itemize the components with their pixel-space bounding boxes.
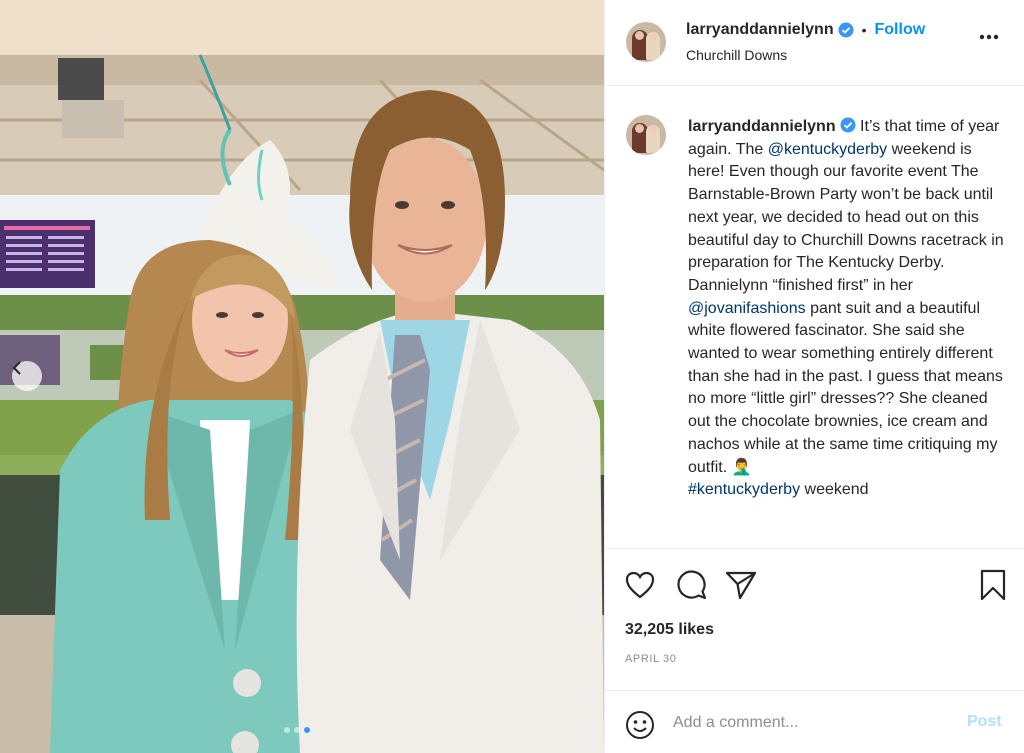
bookmark-icon[interactable] — [979, 569, 1007, 601]
post-photo[interactable] — [0, 0, 604, 753]
carousel-dot — [284, 727, 290, 733]
more-options-icon[interactable] — [979, 34, 999, 40]
caption-username[interactable]: larryanddannielynn — [688, 118, 836, 135]
carousel-indicator — [284, 727, 310, 733]
caption-part: pant suit and a beautiful white flowered… — [688, 299, 1003, 476]
smiley-face-icon[interactable] — [625, 710, 655, 740]
avatar[interactable] — [626, 22, 666, 62]
verified-badge-icon — [840, 117, 856, 133]
location-link[interactable]: Churchill Downs — [686, 47, 787, 63]
caption-part: weekend is here! Even though our favorit… — [688, 140, 1004, 294]
header-separator: • — [861, 22, 867, 38]
follow-button[interactable]: Follow — [875, 21, 926, 39]
caption-section: larryanddannielynn It’s that time of yea… — [605, 87, 1024, 547]
post-date[interactable]: APRIL 30 — [625, 653, 676, 665]
carousel-dot-active — [304, 727, 310, 733]
comment-bar: Post — [605, 690, 1024, 753]
chevron-left-icon — [12, 361, 21, 375]
verified-badge-icon — [838, 22, 854, 38]
hashtag-link[interactable]: #kentuckyderby — [688, 481, 800, 498]
photo-illustration — [0, 0, 604, 753]
mention-link[interactable]: @kentuckyderby — [768, 141, 887, 158]
caption-text: larryanddannielynn It’s that time of yea… — [688, 116, 1010, 502]
carousel-prev-button[interactable] — [12, 361, 42, 391]
comment-bubble-icon[interactable] — [677, 570, 707, 600]
paper-plane-icon[interactable] — [725, 570, 757, 600]
header-username[interactable]: larryanddannielynn — [686, 21, 834, 39]
post-side-panel: larryanddannielynn • Follow Churchill Do… — [604, 0, 1024, 753]
caption-avatar[interactable] — [626, 115, 666, 155]
heart-icon[interactable] — [625, 571, 655, 599]
caption-part: weekend — [800, 481, 869, 499]
post-comment-button[interactable]: Post — [967, 713, 1002, 731]
header-user-row: larryanddannielynn • Follow — [686, 21, 925, 39]
likes-count[interactable]: 32,205 likes — [625, 621, 714, 639]
post-header: larryanddannielynn • Follow Churchill Do… — [605, 0, 1024, 86]
comment-input[interactable] — [673, 711, 943, 735]
carousel-dot — [294, 727, 300, 733]
mention-link[interactable]: @jovanifashions — [688, 300, 806, 317]
facepalm-emoji: 🤦‍♂️ — [731, 458, 752, 476]
